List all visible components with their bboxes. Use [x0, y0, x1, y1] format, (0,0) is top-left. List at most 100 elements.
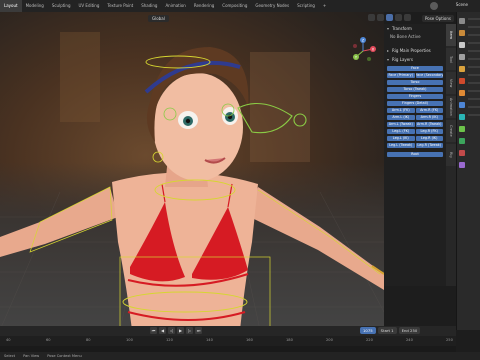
- layer-fingers-detail-button[interactable]: Fingers (Detail): [387, 101, 443, 106]
- xray-toggle-icon[interactable]: [368, 14, 375, 21]
- world-icon[interactable]: [459, 78, 465, 84]
- end-frame-field[interactable]: End 250: [398, 327, 421, 334]
- render-icon[interactable]: [459, 30, 465, 36]
- frame-range: 1075 Start 1 End 250: [360, 327, 421, 334]
- ruler-tick-label: 180: [286, 338, 293, 342]
- layer-arm-l-ik-button[interactable]: Arm.L (IK): [387, 115, 415, 120]
- data-icon[interactable]: [459, 138, 465, 144]
- material-shading-icon[interactable]: [395, 14, 402, 21]
- tool-icon[interactable]: [459, 18, 465, 24]
- viewport-shading-buttons: [368, 14, 411, 21]
- ruler-tick-label: 200: [326, 338, 333, 342]
- start-value: 1: [391, 328, 394, 333]
- rendered-shading-icon[interactable]: [404, 14, 411, 21]
- play-reverse-icon[interactable]: ◁: [168, 327, 175, 334]
- layer-arm-r-ik-button[interactable]: Arm.R (IK): [415, 115, 443, 120]
- sidebar-tab[interactable]: View: [446, 72, 456, 94]
- layer-torso-button[interactable]: Torso: [387, 80, 443, 85]
- top-menu-bar: Layout Modeling Sculpting UV Editing Texture…: [0, 0, 480, 12]
- layer-face-primary-button[interactable]: Face (Primary): [387, 73, 415, 78]
- layer-arm-l-tweak-button[interactable]: Arm.L (Tweak): [387, 122, 415, 127]
- sidebar-tab[interactable]: Tool: [446, 48, 456, 70]
- wireframe-shading-icon[interactable]: [377, 14, 384, 21]
- layer-leg-l-tweak-button[interactable]: Leg.L (Tweak): [387, 143, 415, 148]
- layer-arm-r-fk-button[interactable]: Arm.R (FK): [415, 108, 443, 113]
- object-icon[interactable]: [459, 90, 465, 96]
- layer-leg-l-fk-button[interactable]: Leg.L (FK): [387, 129, 415, 134]
- sidebar-tab[interactable]: Create: [446, 120, 456, 142]
- solid-shading-icon[interactable]: [386, 14, 393, 21]
- transform-orientation-select[interactable]: Global: [148, 14, 169, 22]
- material-icon[interactable]: [459, 150, 465, 156]
- workspace-tab[interactable]: Modeling: [22, 0, 48, 12]
- jump-start-icon[interactable]: ⏮: [150, 327, 157, 334]
- jump-end-icon[interactable]: ⏭: [195, 327, 202, 334]
- layer-leg-r-tweak-button[interactable]: Leg.R (Tweak): [415, 143, 443, 148]
- background-blur: [250, 52, 310, 162]
- scene-icon[interactable]: [430, 2, 438, 10]
- layer-leg-l-ik-button[interactable]: Leg.L (IK): [387, 136, 415, 141]
- workspace-tab[interactable]: +: [319, 0, 330, 12]
- navigation-gizmo[interactable]: X Y Z: [348, 36, 378, 66]
- sidebar-n-panel: ▾ Transform No Bone Active ▸ Rig Main Prop…: [384, 24, 446, 286]
- sidebar-tab[interactable]: Animation: [446, 96, 456, 118]
- sidebar-tab[interactable]: Rig: [446, 144, 456, 166]
- workspace-tab[interactable]: Layout: [0, 0, 22, 12]
- workspace-tab[interactable]: Geometry Nodes: [251, 0, 293, 12]
- workspace-tab[interactable]: Animation: [161, 0, 189, 12]
- workspace-tab[interactable]: Rendering: [190, 0, 218, 12]
- output-icon[interactable]: [459, 42, 465, 48]
- layer-root-button[interactable]: Root: [387, 152, 443, 157]
- ruler-tick-label: 100: [126, 338, 133, 342]
- layer-leg-r-ik-button[interactable]: Leg.R (IK): [415, 136, 443, 141]
- layer-leg-r-fk-button[interactable]: Leg.R (FK): [415, 129, 443, 134]
- scene-icon[interactable]: [459, 66, 465, 72]
- timeline-ruler[interactable]: 40 60 80 100 120 140 160 180 200 220 240 250: [0, 336, 456, 346]
- gizmo-neg-y[interactable]: [367, 57, 371, 61]
- play-icon[interactable]: ▶: [177, 327, 184, 334]
- pose-options-dropdown[interactable]: Pose Options: [422, 14, 454, 22]
- gizmo-neg-x[interactable]: [353, 44, 357, 48]
- transform-panel-header[interactable]: ▾ Transform: [384, 24, 446, 33]
- workspace-tab[interactable]: Texture Paint: [103, 0, 137, 12]
- workspace-tab[interactable]: Compositing: [218, 0, 251, 12]
- step-back-icon[interactable]: ◀: [159, 327, 166, 334]
- workspace-tab[interactable]: Shading: [137, 0, 161, 12]
- scene-selector[interactable]: Scene: [456, 2, 468, 7]
- background-blur: [60, 32, 100, 122]
- rig-properties-header[interactable]: ▸ Rig Main Properties: [384, 46, 446, 55]
- workspace-tab[interactable]: Sculpting: [48, 0, 75, 12]
- chevron-down-icon: ▾: [387, 57, 390, 62]
- current-frame-field[interactable]: 1075: [360, 327, 376, 334]
- start-frame-field[interactable]: Start 1: [377, 327, 397, 334]
- layer-face-button[interactable]: Face: [387, 66, 443, 71]
- chevron-right-icon: ▸: [387, 48, 390, 53]
- layer-torso-tweak-button[interactable]: Torso (Tweak): [387, 87, 443, 92]
- playback-controls: ⏮ ◀ ◁ ▶ ▷ ⏭: [150, 327, 202, 334]
- chevron-down-icon: ▾: [387, 26, 390, 31]
- rig-layers-header[interactable]: ▾ Rig Layers: [384, 55, 446, 64]
- workspace-tab[interactable]: Scripting: [293, 0, 319, 12]
- workspace-tab[interactable]: UV Editing: [75, 0, 104, 12]
- rig-properties-label: Rig Main Properties: [392, 48, 431, 53]
- end-label: End: [401, 328, 409, 333]
- ruler-tick-label: 140: [206, 338, 213, 342]
- no-bone-note: No Bone Active: [390, 34, 421, 39]
- layer-fingers-button[interactable]: Fingers: [387, 94, 443, 99]
- layer-arm-l-fk-button[interactable]: Arm.L (FK): [387, 108, 415, 113]
- 3d-viewport[interactable]: [0, 12, 384, 330]
- status-hint: Select: [4, 354, 16, 358]
- character-body: [0, 47, 384, 330]
- constraint-icon[interactable]: [459, 126, 465, 132]
- layer-face-secondary-button[interactable]: Face (Secondary): [415, 73, 443, 78]
- texture-icon[interactable]: [459, 162, 465, 168]
- view-layer-icon[interactable]: [459, 54, 465, 60]
- rig-layers-label: Rig Layers: [392, 57, 413, 62]
- step-forward-icon[interactable]: ▷: [186, 327, 193, 334]
- layer-arm-r-tweak-button[interactable]: Arm.R (Tweak): [415, 122, 443, 127]
- modifier-icon[interactable]: [459, 102, 465, 108]
- ruler-tick-label: 120: [166, 338, 173, 342]
- sidebar-tab[interactable]: Item: [446, 24, 456, 46]
- physics-icon[interactable]: [459, 114, 465, 120]
- transform-header-label: Transform: [392, 26, 412, 31]
